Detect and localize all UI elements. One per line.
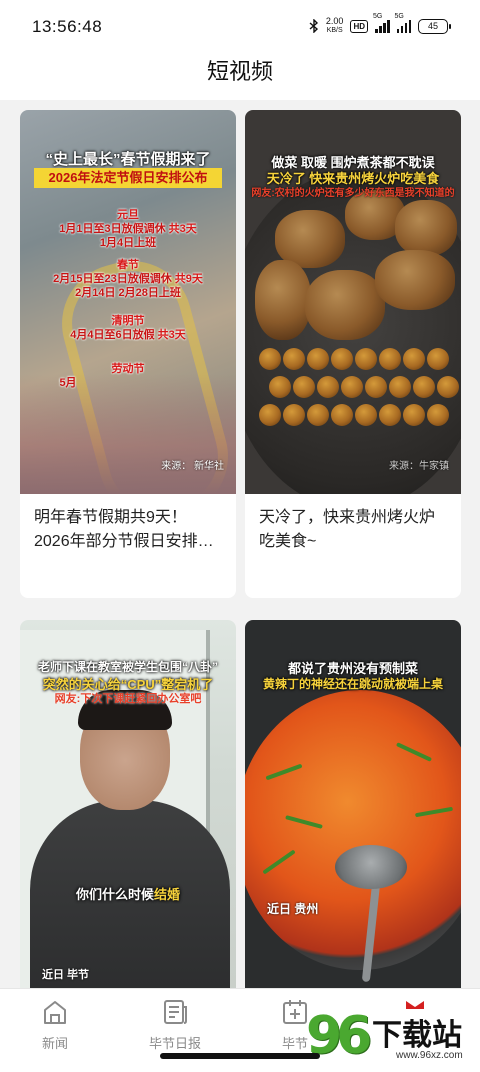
chestnut (355, 348, 377, 370)
video-thumbnail[interactable]: 做菜 取暖 围炉煮茶都不耽误 天冷了 快来贵州烤火炉吃美食 网友:农村的火炉还有… (245, 110, 461, 494)
chestnut (307, 348, 329, 370)
status-time: 13:56:48 (32, 17, 103, 36)
net-speed: 2.00 KB/S (326, 17, 344, 35)
source-label: 来源：牛家镇 (389, 461, 449, 472)
bluetooth-icon (309, 19, 318, 33)
chestnut (259, 348, 281, 370)
signal-icon-2: 5G (395, 13, 411, 33)
newspaper-icon (160, 997, 190, 1027)
overlay-line: 黄辣丁的神经还在跳动就被端上桌 (262, 677, 443, 691)
watermark-logo: 96 下载站 www.96xz.com (306, 1006, 478, 1068)
video-thumbnail[interactable]: 都说了贵州没有预制菜 黄辣丁的神经还在跳动就被端上桌 近日 贵州 (245, 620, 461, 988)
chestnut (269, 376, 291, 398)
video-caption[interactable]: 明年春节假期共9天！2026年部分节假日安排… (20, 494, 236, 598)
source-label: 来源： 新华社 (161, 461, 224, 472)
sweet-potato (305, 270, 385, 340)
status-icons: 2.00 KB/S HD 5G 5G 45 (309, 13, 451, 35)
chestnut (389, 376, 411, 398)
location-tag: 近日 贵州 (267, 902, 319, 916)
chestnut (403, 404, 425, 426)
chestnut (293, 376, 315, 398)
location-tag: 近日 毕节 (42, 969, 90, 981)
page-title: 短视频 (206, 59, 273, 84)
overlay-headline: “史上最长”春节假期来了 (45, 151, 211, 168)
video-grid: “史上最长”春节假期来了 2026年法定节假日安排公布 元旦 1月1日至3日放假… (0, 100, 480, 988)
overlay-line: 网友:下次下课赶紧回办公室吧 (54, 693, 202, 705)
chestnut (331, 404, 353, 426)
chestnut (317, 376, 339, 398)
nav-label: 毕节日报 (148, 1036, 201, 1051)
sweet-potato (255, 260, 311, 340)
signal-label-2: 5G (394, 13, 404, 20)
chestnut (283, 348, 305, 370)
nav-label: 新闻 (41, 1036, 68, 1051)
nav-item-news[interactable]: 新闻 (5, 995, 105, 1052)
video-card[interactable]: 老师下课在教室被学生包围“八卦” 突然的关心给“CPU”整宕机了 网友:下次下课… (20, 620, 236, 988)
chestnut (259, 404, 281, 426)
signal-icon: 5G (373, 13, 390, 33)
chestnut (331, 348, 353, 370)
overlay-banner: 2026年法定节假日安排公布 (34, 168, 222, 188)
page-header: 短视频 (0, 52, 480, 100)
holiday-line: 1月4日上班 (99, 237, 157, 249)
signal-label: 5G (373, 13, 383, 20)
chestnut (365, 376, 387, 398)
watermark-url: www.96xz.com (396, 1050, 463, 1061)
chestnut (427, 348, 449, 370)
home-icon (40, 997, 70, 1027)
video-thumbnail[interactable]: “史上最长”春节假期来了 2026年法定节假日安排公布 元旦 1月1日至3日放假… (20, 110, 236, 494)
holiday-line: 5月 (59, 377, 77, 389)
status-bar: 13:56:48 2.00 KB/S HD 5G 5G 45 (0, 0, 480, 52)
video-card[interactable]: 做菜 取暖 围炉煮茶都不耽误 天冷了 快来贵州烤火炉吃美食 网友:农村的火炉还有… (245, 110, 461, 598)
chestnut (341, 376, 363, 398)
watermark-text: 下载站 (372, 1019, 462, 1052)
video-subtitle: 你们什么时候结婚 (75, 887, 181, 902)
holiday-line: 4月4日至6日放假 共3天 (70, 329, 186, 341)
chestnut (427, 404, 449, 426)
chestnut (379, 348, 401, 370)
chestnut (413, 376, 435, 398)
hd-badge: HD (350, 19, 368, 33)
sweet-potato (395, 200, 457, 256)
video-caption[interactable]: 天冷了，快来贵州烤火炉吃美食~ (245, 494, 461, 598)
ladle (335, 845, 407, 889)
chestnut (307, 404, 329, 426)
video-thumbnail[interactable]: 老师下课在教室被学生包围“八卦” 突然的关心给“CPU”整宕机了 网友:下次下课… (20, 620, 236, 988)
battery-icon: 45 (418, 18, 451, 34)
home-indicator[interactable] (160, 1053, 320, 1059)
sweet-potato (375, 250, 455, 310)
hotpot-shape (245, 690, 461, 970)
chestnut (283, 404, 305, 426)
nav-item-bijie-daily[interactable]: 毕节日报 (125, 995, 225, 1052)
video-card[interactable]: 都说了贵州没有预制菜 黄辣丁的神经还在跳动就被端上桌 近日 贵州 (245, 620, 461, 988)
net-speed-value: 2.00 (325, 16, 344, 26)
overlay-line: 老师下课在教室被学生包围“八卦” (37, 660, 218, 674)
chestnut (403, 348, 425, 370)
chestnut (379, 404, 401, 426)
chestnut (437, 376, 459, 398)
overlay-line: 网友:农村的火炉还有多少好东西是我不知道的 (251, 188, 455, 199)
net-speed-unit: KB/S (326, 27, 343, 34)
chestnut (355, 404, 377, 426)
holiday-line: 2月14日 2月28日上班 (75, 287, 181, 299)
video-card[interactable]: “史上最长”春节假期来了 2026年法定节假日安排公布 元旦 1月1日至3日放假… (20, 110, 236, 598)
